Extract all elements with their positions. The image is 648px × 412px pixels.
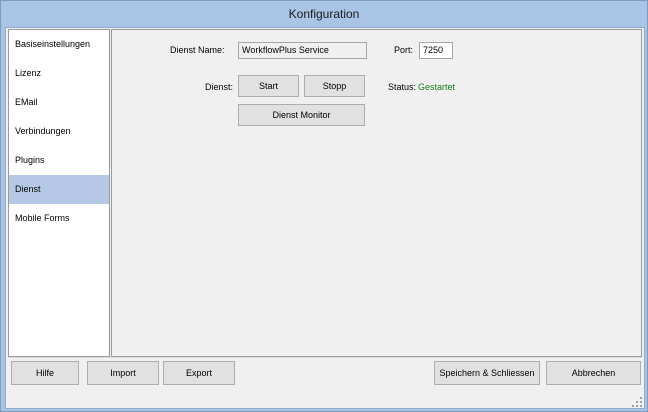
sidebar-item-verbindungen[interactable]: Verbindungen: [9, 117, 109, 146]
port-label: Port:: [394, 45, 414, 55]
export-button[interactable]: Export: [163, 361, 235, 385]
service-label: Dienst:: [205, 82, 234, 92]
sidebar-nav: Basiseinstellungen Lizenz EMail Verbindu…: [8, 29, 110, 357]
window-title: Konfiguration: [288, 7, 360, 21]
service-name-label: Dienst Name:: [170, 45, 225, 55]
sidebar-item-basiseinstellungen[interactable]: Basiseinstellungen: [9, 30, 109, 59]
help-button[interactable]: Hilfe: [11, 361, 79, 385]
start-button[interactable]: Start: [238, 75, 299, 97]
service-name-field[interactable]: WorkflowPlus Service: [238, 42, 367, 59]
stop-button[interactable]: Stopp: [304, 75, 365, 97]
config-window: Konfiguration Basiseinstellungen Lizenz …: [0, 0, 648, 412]
save-close-button[interactable]: Speichern & Schliessen: [434, 361, 540, 385]
sidebar-item-email[interactable]: EMail: [9, 88, 109, 117]
resize-grip-icon[interactable]: [632, 397, 642, 407]
sidebar-item-lizenz[interactable]: Lizenz: [9, 59, 109, 88]
port-field[interactable]: 7250: [419, 42, 453, 59]
sidebar-item-dienst[interactable]: Dienst: [9, 175, 109, 204]
footer-divider: [8, 357, 642, 358]
sidebar-item-mobile-forms[interactable]: Mobile Forms: [9, 204, 109, 233]
status-label: Status:: [388, 82, 417, 92]
window-client-area: Basiseinstellungen Lizenz EMail Verbindu…: [5, 27, 645, 409]
service-monitor-button[interactable]: Dienst Monitor: [238, 104, 365, 126]
status-value: Gestartet: [418, 82, 456, 92]
service-settings-panel: Dienst Name: WorkflowPlus Service Port: …: [111, 29, 642, 357]
cancel-button[interactable]: Abbrechen: [546, 361, 641, 385]
sidebar-item-plugins[interactable]: Plugins: [9, 146, 109, 175]
import-button[interactable]: Import: [87, 361, 159, 385]
